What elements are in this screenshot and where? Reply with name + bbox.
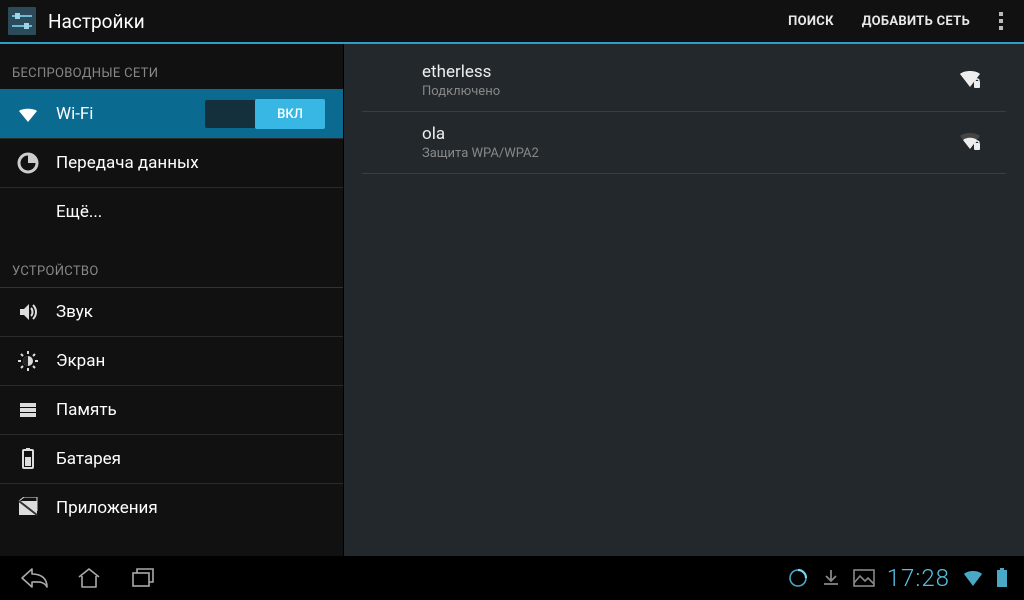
add-network-action[interactable]: ДОБАВИТЬ СЕТЬ — [848, 0, 984, 43]
sidebar-item-display[interactable]: Экран — [0, 336, 343, 385]
section-header-wireless: БЕСПРОВОДНЫЕ СЕТИ — [0, 44, 343, 89]
wifi-network-item[interactable]: etherless Подключено — [362, 50, 1006, 112]
wifi-ssid: etherless — [422, 62, 958, 82]
data-usage-icon — [14, 149, 42, 177]
wifi-ssid: ola — [422, 124, 958, 144]
sidebar-item-sound[interactable]: Звук — [0, 287, 343, 336]
overflow-menu-button[interactable] — [984, 0, 1018, 43]
sidebar-item-label: Передача данных — [56, 153, 343, 173]
status-wifi-icon — [962, 569, 984, 587]
sidebar-item-label: Батарея — [56, 449, 343, 469]
wifi-signal-icon — [958, 131, 982, 155]
wifi-toggle-label: ВКЛ — [255, 99, 325, 129]
sync-icon — [787, 567, 809, 589]
sidebar-item-apps[interactable]: Приложения — [0, 483, 343, 532]
wifi-network-item[interactable]: ola Защита WPA/WPA2 — [362, 112, 1006, 174]
sidebar-item-label: Звук — [56, 302, 343, 322]
settings-icon — [0, 0, 44, 43]
sidebar-item-storage[interactable]: Память — [0, 385, 343, 434]
sidebar-item-label: Экран — [56, 351, 343, 371]
section-header-device: УСТРОЙСТВО — [0, 236, 343, 287]
status-clock: 17:28 — [887, 564, 950, 592]
display-icon — [14, 347, 42, 375]
wifi-status: Подключено — [422, 84, 958, 99]
wifi-status: Защита WPA/WPA2 — [422, 146, 958, 161]
action-bar: Настройки ПОИСК ДОБАВИТЬ СЕТЬ — [0, 0, 1024, 44]
recent-apps-button[interactable] — [116, 556, 170, 600]
sidebar-item-battery[interactable]: Батарея — [0, 434, 343, 483]
sidebar-item-wifi[interactable]: Wi-Fi ВКЛ — [0, 89, 343, 138]
sidebar-item-more[interactable]: Ещё... — [0, 187, 343, 236]
download-icon — [821, 568, 841, 588]
status-battery-icon — [996, 568, 1008, 588]
battery-icon — [14, 445, 42, 473]
sidebar-item-data-usage[interactable]: Передача данных — [0, 138, 343, 187]
wifi-toggle[interactable]: ВКЛ — [205, 100, 325, 128]
sidebar-item-label: Память — [56, 400, 343, 420]
wifi-network-list: etherless Подключено ola Защита WPA/WPA2 — [344, 44, 1024, 556]
home-button[interactable] — [62, 556, 116, 600]
settings-sidebar: БЕСПРОВОДНЫЕ СЕТИ Wi-Fi ВКЛ Передача дан… — [0, 44, 344, 556]
back-button[interactable] — [8, 556, 62, 600]
sidebar-item-label: Wi-Fi — [56, 104, 205, 124]
search-action[interactable]: ПОИСК — [774, 0, 848, 43]
apps-icon — [14, 494, 42, 522]
page-title: Настройки — [48, 10, 145, 33]
wifi-signal-icon — [958, 69, 982, 93]
system-navigation-bar: 17:28 — [0, 556, 1024, 600]
wifi-icon — [14, 100, 42, 128]
sidebar-item-label: Приложения — [56, 498, 343, 518]
content-area: БЕСПРОВОДНЫЕ СЕТИ Wi-Fi ВКЛ Передача дан… — [0, 44, 1024, 556]
picture-icon — [853, 569, 875, 587]
storage-icon — [14, 396, 42, 424]
sound-icon — [14, 298, 42, 326]
sidebar-item-label: Ещё... — [56, 202, 343, 222]
status-cluster[interactable]: 17:28 — [787, 564, 1016, 592]
